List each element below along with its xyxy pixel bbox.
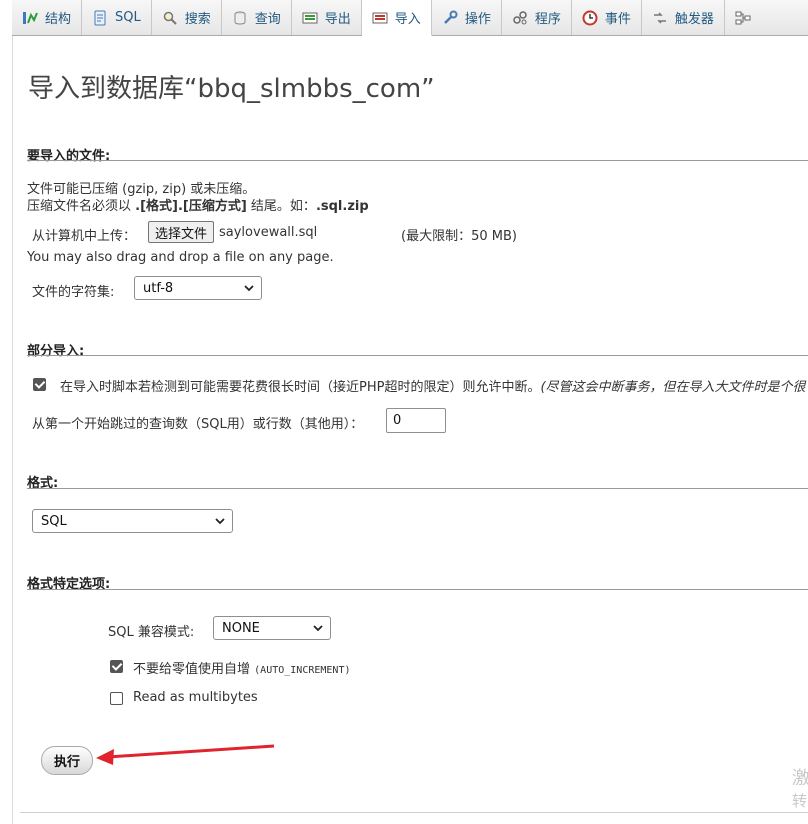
- tab-label: 导出: [324, 12, 351, 27]
- charset-label: 文件的字符集:: [32, 285, 115, 300]
- designer-icon: [735, 10, 751, 26]
- search-icon: [162, 10, 178, 26]
- sql-icon: [92, 10, 108, 26]
- format-select[interactable]: SQL: [32, 509, 233, 533]
- charset-value: utf-8: [143, 280, 174, 296]
- tab-search[interactable]: 搜索: [152, 0, 222, 35]
- divider: [27, 589, 808, 590]
- divider: [27, 355, 808, 356]
- tab-more[interactable]: [725, 0, 761, 35]
- bottom-rule: [20, 812, 808, 813]
- chevron-down-icon: [312, 621, 324, 635]
- tab-operations[interactable]: 操作: [432, 0, 502, 35]
- choose-file-button[interactable]: 选择文件: [148, 221, 215, 243]
- no-auto-value-checkbox[interactable]: [110, 660, 123, 673]
- drag-drop-note: You may also drag and drop a file on any…: [27, 250, 334, 265]
- tab-label: 查询: [254, 12, 281, 27]
- no-auto-value-label: 不要给零值使用自增 (AUTO_INCREMENT): [133, 658, 350, 677]
- tab-export[interactable]: 导出: [292, 0, 362, 35]
- note-text: 压缩文件名必须以: [27, 199, 136, 214]
- format-value: SQL: [41, 513, 67, 529]
- chevron-down-icon: [214, 514, 226, 528]
- trigger-icon: [652, 10, 668, 26]
- import-icon: [372, 10, 388, 26]
- note-example: .sql.zip: [315, 199, 369, 214]
- divider: [27, 160, 808, 161]
- watermark-line2: 转: [792, 792, 808, 810]
- read-multibytes-checkbox[interactable]: [110, 692, 123, 705]
- tab-label: 导入: [394, 12, 421, 27]
- tab-label: 结构: [45, 12, 72, 27]
- allow-interrupt-note: (尽管这会中断事务，但在导入大文件时是个很: [540, 380, 806, 395]
- tab-label: 事件: [604, 12, 631, 27]
- sql-compat-value: NONE: [222, 620, 260, 636]
- query-icon: [232, 10, 248, 26]
- tab-import[interactable]: 导入: [361, 0, 432, 36]
- wrench-icon: [442, 10, 458, 26]
- sql-compat-select[interactable]: NONE: [213, 616, 331, 640]
- left-border: [12, 36, 13, 824]
- structure-icon: [22, 10, 38, 26]
- charset-select[interactable]: utf-8: [134, 276, 262, 300]
- no-auto-value-text: 不要给零值使用自增: [133, 662, 251, 677]
- watermark-line1: 激: [792, 768, 808, 789]
- allow-interrupt-text: 在导入时脚本若检测到可能需要花费很长时间（接近PHP超时的限定）则允许中断。: [60, 380, 541, 395]
- selected-filename: saylovewall.sql: [219, 225, 318, 240]
- auto-increment-code: (AUTO_INCREMENT): [254, 665, 351, 676]
- tab-label: 触发器: [674, 12, 714, 27]
- tab-label: 程序: [534, 12, 561, 27]
- skip-queries-input[interactable]: 0: [386, 408, 446, 433]
- note-text: 结尾。如：: [246, 199, 316, 214]
- tab-query[interactable]: 查询: [222, 0, 292, 35]
- allow-interrupt-label: 在导入时脚本若检测到可能需要花费很长时间（接近PHP超时的限定）则允许中断。(尽…: [60, 376, 806, 395]
- upload-label: 从计算机中上传：: [32, 229, 137, 244]
- page-title: 导入到数据库“bbq_slmbbs_com”: [28, 74, 435, 104]
- tab-sql[interactable]: SQL: [82, 0, 152, 35]
- chevron-down-icon: [243, 281, 255, 295]
- tab-triggers[interactable]: 触发器: [642, 0, 725, 35]
- export-icon: [302, 10, 318, 26]
- sql-compat-label: SQL 兼容模式:: [108, 625, 195, 640]
- tab-structure[interactable]: 结构: [12, 0, 83, 35]
- tab-routines[interactable]: 程序: [502, 0, 572, 35]
- read-multibytes-label: Read as multibytes: [133, 690, 258, 705]
- note-format: .[格式].[压缩方式]: [135, 199, 247, 214]
- tab-label: SQL: [115, 10, 141, 25]
- file-section-title: 要导入的文件:: [27, 149, 111, 164]
- max-upload-size: (最大限制：50 MB): [401, 229, 517, 244]
- annotation-arrow: [96, 744, 275, 765]
- tab-bar: 结构 SQL 搜索 查询 导出 导入 操作 程序 事件 触发器: [12, 0, 808, 36]
- filename-rule-note: 压缩文件名必须以 .[格式].[压缩方式] 结尾。如：.sql.zip: [27, 195, 369, 214]
- clock-icon: [582, 10, 598, 26]
- allow-interrupt-checkbox[interactable]: [33, 378, 46, 391]
- tab-label: 搜索: [184, 12, 211, 27]
- routines-icon: [512, 10, 528, 26]
- tab-events[interactable]: 事件: [572, 0, 642, 35]
- skip-queries-label: 从第一个开始跳过的查询数（SQL用）或行数（其他用）：: [32, 417, 364, 432]
- go-button[interactable]: 执行: [41, 746, 93, 775]
- divider: [27, 488, 808, 489]
- tab-label: 操作: [464, 12, 491, 27]
- partial-section-title: 部分导入:: [27, 344, 85, 359]
